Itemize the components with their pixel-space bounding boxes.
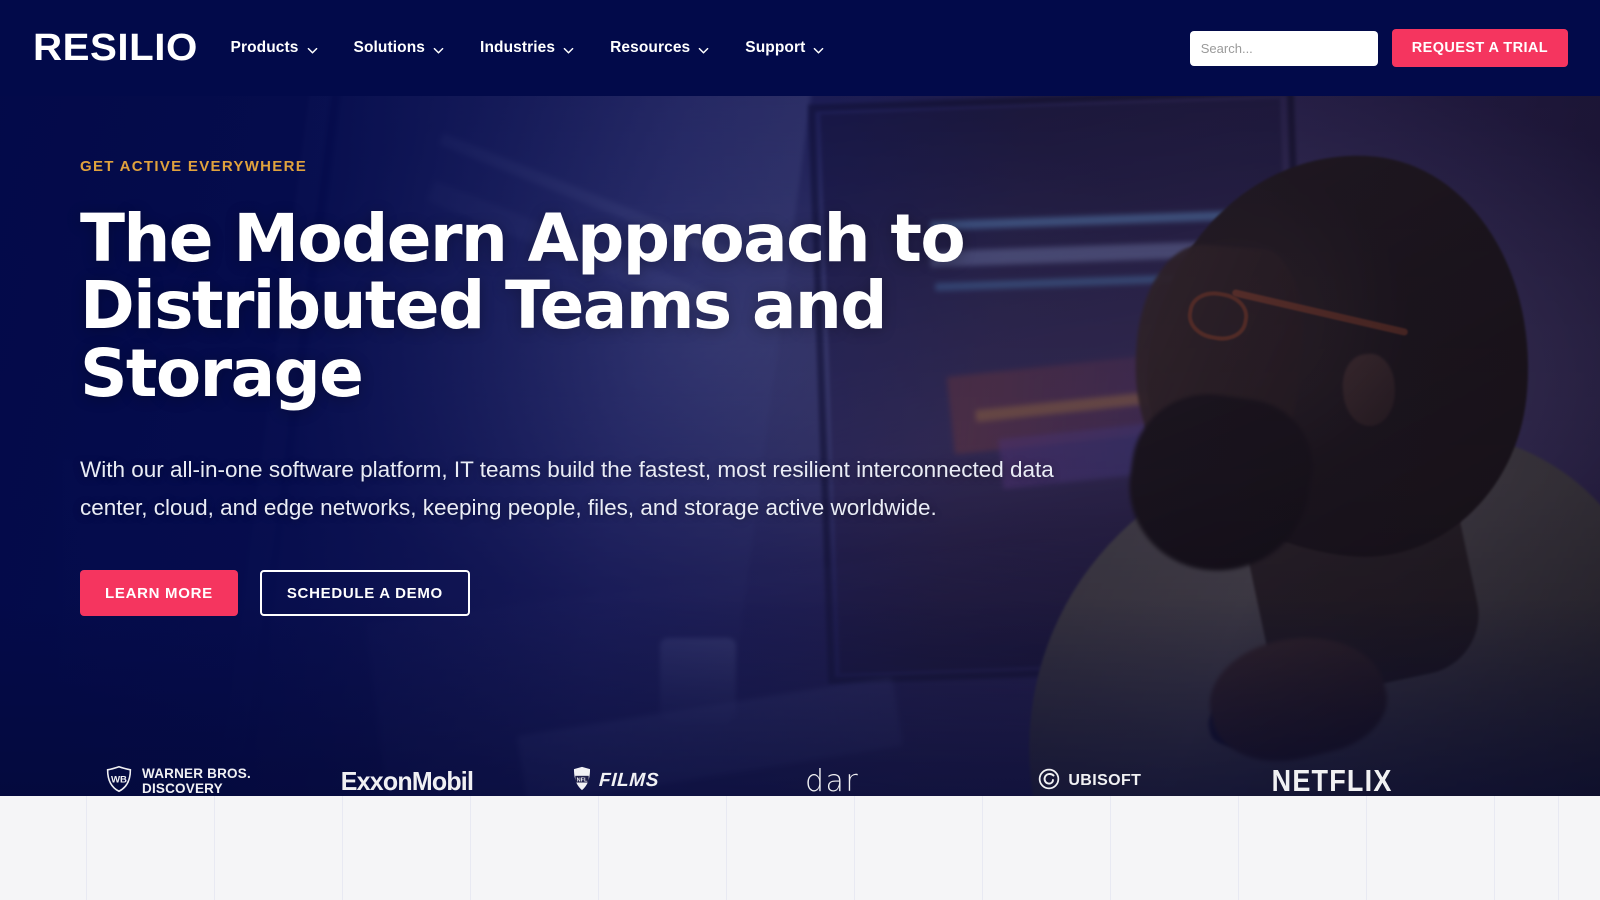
background-grid-lines <box>0 796 1600 900</box>
client-logo-dar: dar <box>805 764 1038 797</box>
nav-label: Solutions <box>353 39 426 56</box>
hero-subtitle: With our all-in-one software platform, I… <box>80 456 1054 520</box>
hero-title: The Modern Approach to Distributed Teams… <box>80 200 966 412</box>
svg-text:NFL: NFL <box>576 778 587 784</box>
exxonmobil-wordmark: ExxonMobil <box>341 765 474 796</box>
wb-line-1: WARNER BROS. <box>142 765 251 781</box>
nfl-films-wordmark: FILMS <box>598 770 660 791</box>
hero-cta-row: LEARN MORE SCHEDULE A DEMO <box>80 570 1120 617</box>
nav-label: Products <box>230 39 299 56</box>
nav-label: Industries <box>480 39 556 56</box>
main-navigation: Products Solutions Industries Resources <box>213 39 843 57</box>
client-logo-netflix: NETFLIX <box>1271 763 1505 796</box>
nav-label: Resources <box>610 39 691 56</box>
hero-eyebrow: GET ACTIVE EVERYWHERE <box>80 158 308 175</box>
site-header: RESILIO Products Solutions Industries Re… <box>0 0 1600 96</box>
nav-label: Support <box>745 39 806 56</box>
netflix-wordmark: NETFLIX <box>1271 763 1393 796</box>
client-logo-exxonmobil: ExxonMobil <box>338 766 571 797</box>
svg-text:WB: WB <box>111 774 127 785</box>
nav-item-resources[interactable]: Resources <box>592 39 727 57</box>
resilio-logo[interactable]: RESILIO <box>33 29 198 67</box>
warner-bros-wordmark: WARNER BROS. DISCOVERY <box>142 766 251 796</box>
request-a-trial-button[interactable]: REQUEST A TRIAL <box>1391 29 1568 67</box>
client-logo-nfl-films: NFL FILMS <box>572 766 805 796</box>
nav-item-industries[interactable]: Industries <box>462 39 592 57</box>
header-actions: REQUEST A TRIAL <box>1189 29 1568 67</box>
nfl-shield-icon: NFL <box>572 766 592 796</box>
below-hero-section <box>0 796 1600 900</box>
hero-section: GET ACTIVE EVERYWHERE The Modern Approac… <box>0 96 1600 796</box>
ubisoft-wordmark: UBISOFT <box>1068 772 1142 789</box>
chevron-down-icon <box>307 45 318 56</box>
schedule-a-demo-button[interactable]: SCHEDULE A DEMO <box>259 570 470 617</box>
nav-item-support[interactable]: Support <box>727 39 842 57</box>
chevron-down-icon <box>433 45 444 56</box>
nav-item-products[interactable]: Products <box>213 39 336 57</box>
client-logo-bar: WB WARNER BROS. DISCOVERY ExxonMobil NFL <box>0 751 1600 796</box>
learn-more-button[interactable]: LEARN MORE <box>80 570 238 617</box>
chevron-down-icon <box>813 45 824 56</box>
search-input[interactable] <box>1189 30 1378 66</box>
hero-content: GET ACTIVE EVERYWHERE The Modern Approac… <box>0 96 1120 617</box>
client-logo-ubisoft: UBISOFT <box>1038 768 1271 795</box>
wb-line-2: DISCOVERY <box>142 781 223 796</box>
client-logo-warner-bros-discovery: WB WARNER BROS. DISCOVERY <box>105 765 338 797</box>
nav-item-solutions[interactable]: Solutions <box>336 39 463 57</box>
dar-wordmark: dar <box>804 763 860 797</box>
chevron-down-icon <box>698 45 709 56</box>
chevron-down-icon <box>563 45 574 56</box>
warner-bros-shield-icon: WB <box>105 765 133 797</box>
ubisoft-swirl-icon <box>1038 768 1060 795</box>
